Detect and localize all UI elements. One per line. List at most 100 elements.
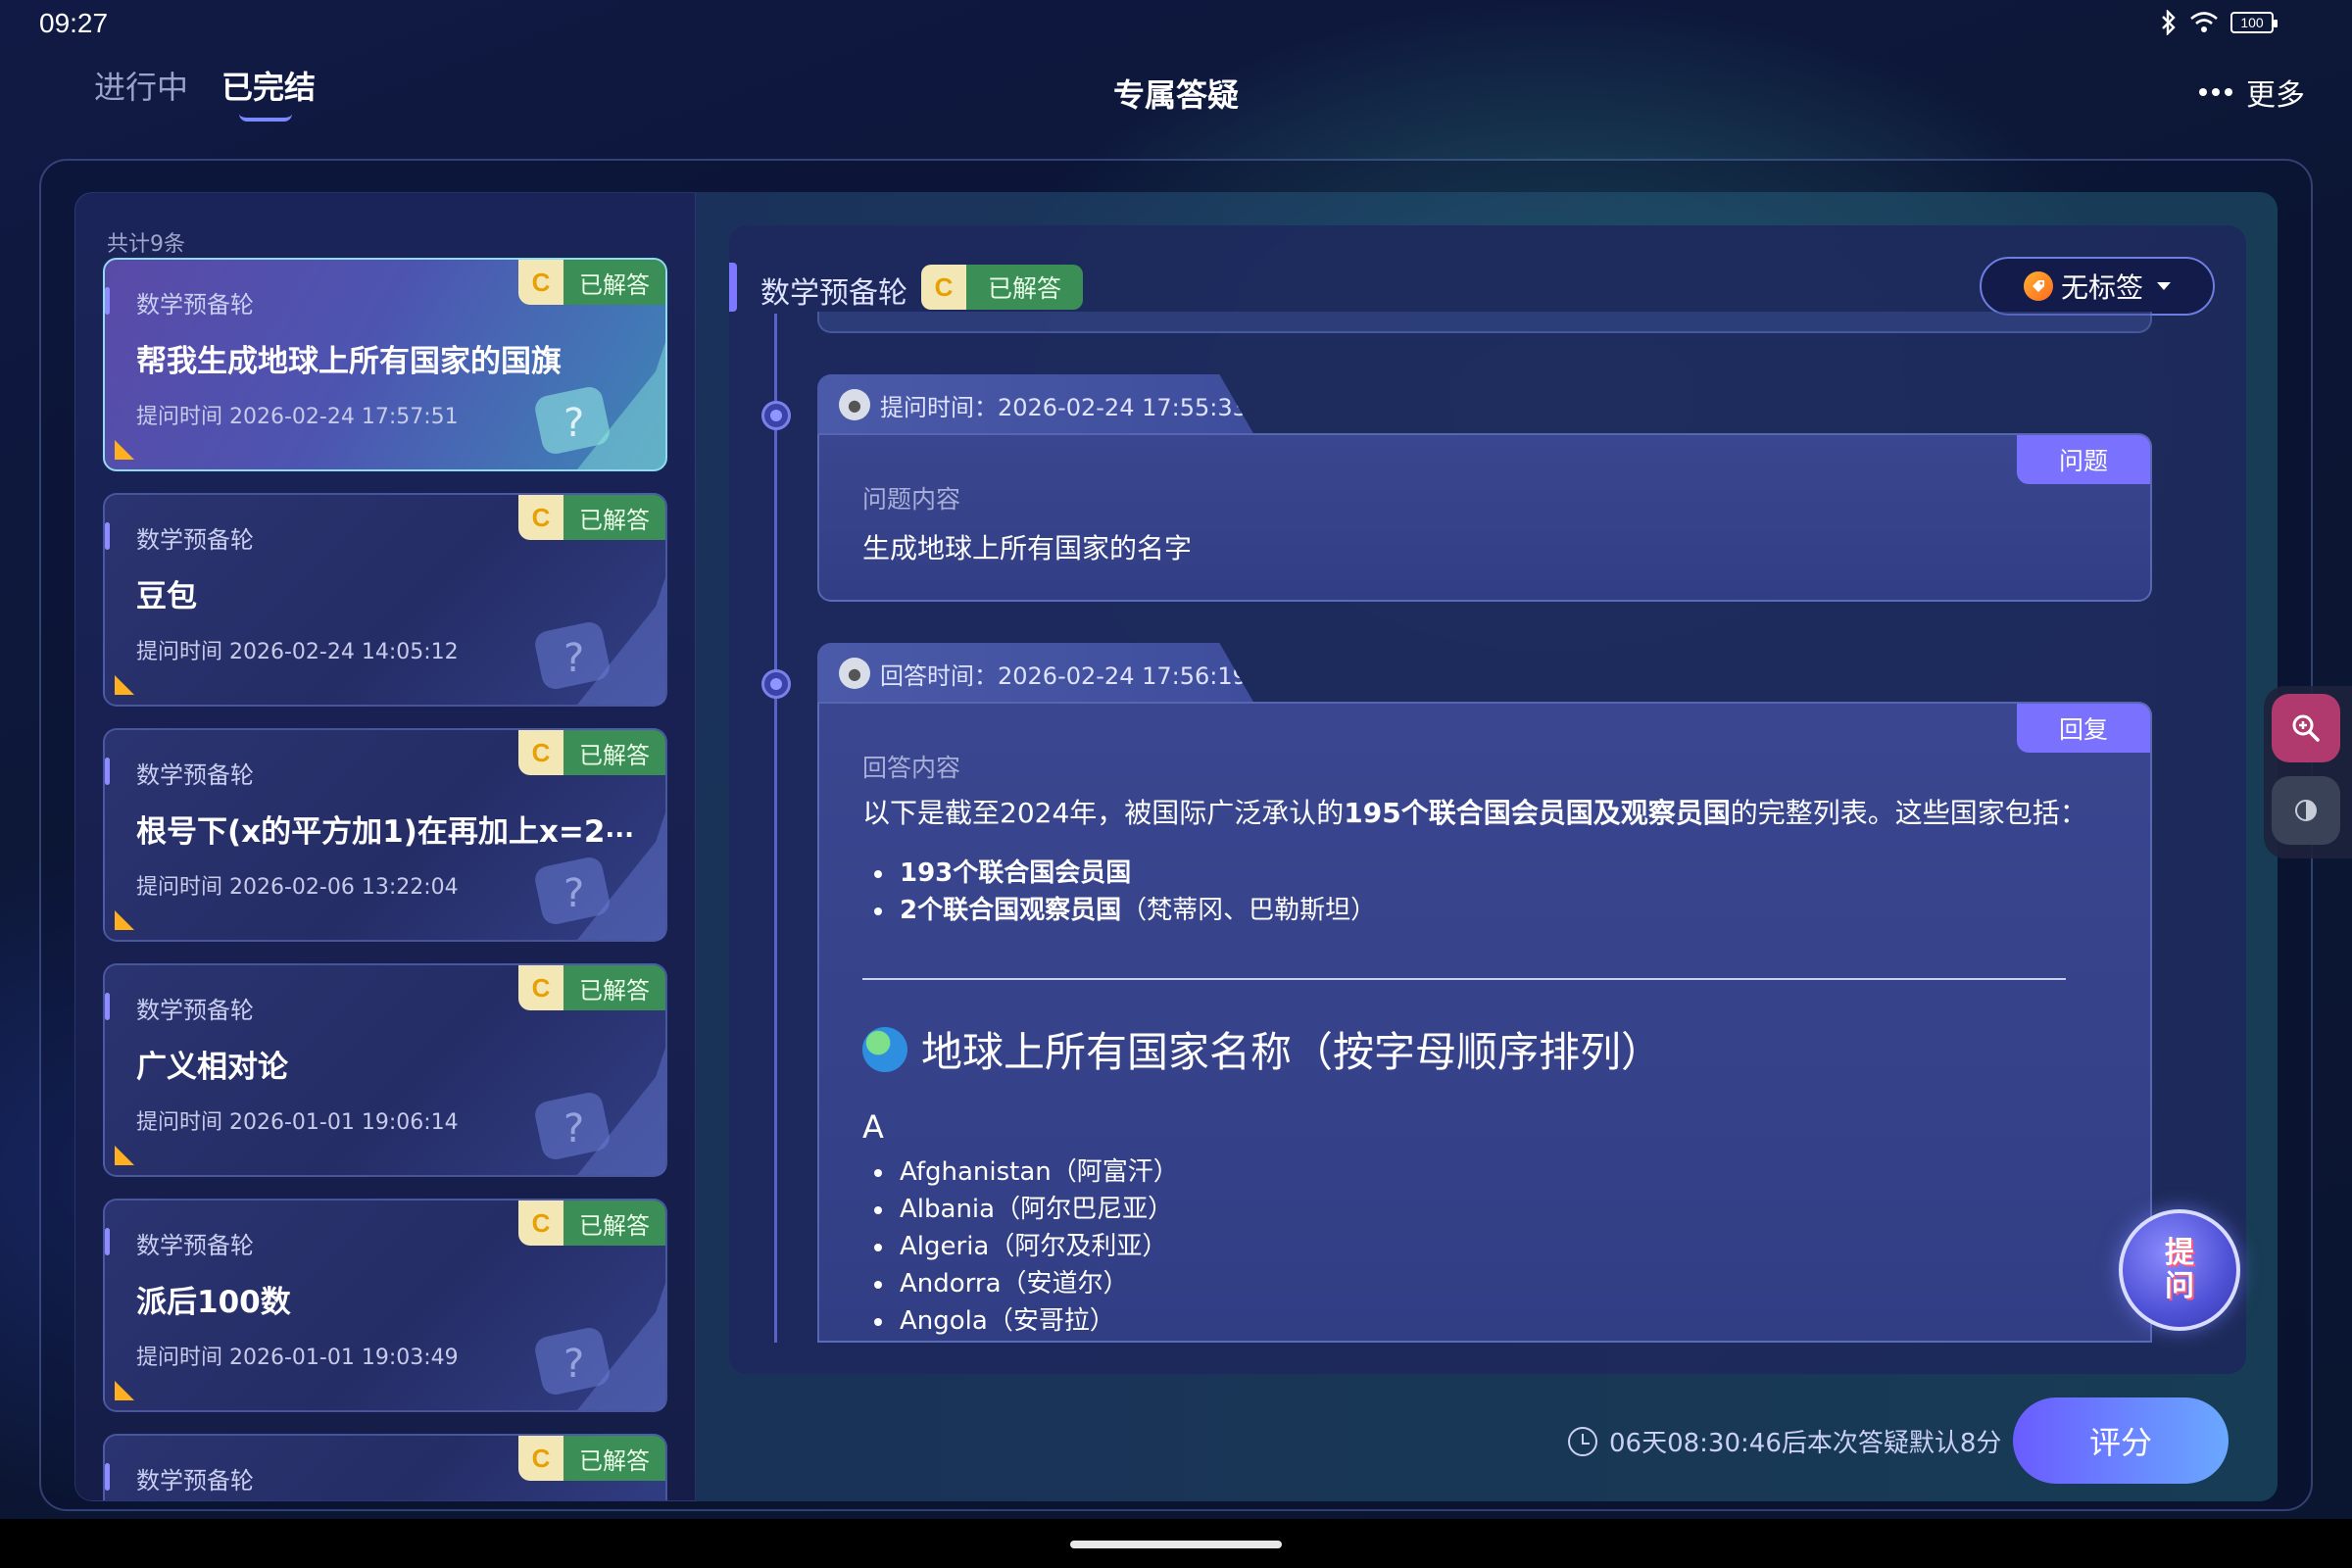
card-status-badge: C 已解答 [518,965,665,1010]
detail-course: 数学预备轮 [760,276,907,311]
timeline-line [774,314,777,1343]
question-card[interactable]: 数学预备轮 C 已解答 豆包 提问时间 2026-02-24 14:05:12 … [103,493,667,707]
card-corner-mark [115,675,134,695]
card-time: 提问时间 2026-02-06 13:22:04 [136,875,459,900]
contrast-button[interactable] [2272,776,2340,845]
card-course: 数学预备轮 [136,1467,254,1494]
detail-status: 已解答 [966,265,1084,310]
svg-text:?: ? [564,871,584,916]
list-item: Albania（阿尔巴尼亚） [862,1191,2136,1228]
card-accent-bar [105,522,110,550]
question-label: 问题 [2017,435,2150,484]
question-card[interactable]: 数学预备轮 C 已解答 [103,1434,667,1500]
card-title: 派后100数 [136,1285,291,1320]
card-status: 已解答 [564,260,665,305]
tag-icon [2023,271,2053,301]
answer-intro: 以下是截至2024年，被国际广泛承认的195个联合国会员国及观察员国的完整列表。… [862,797,2087,829]
answer-box: 回复 回答内容 以下是截至2024年，被国际广泛承认的195个联合国会员国及观察… [817,702,2152,1343]
card-corner-mark [115,1146,134,1165]
card-accent-bar [105,1228,110,1255]
status-bar: 09:27 100 [0,0,2352,49]
question-mark-decoration-icon: ? [535,1283,665,1410]
card-grade: C [518,260,564,305]
card-title: 豆包 [136,579,197,614]
card-status-badge: C 已解答 [518,1436,665,1481]
status-time: 09:27 [39,8,109,38]
countdown-text: 06天08:30:46后本次答疑默认8分 [1609,1429,2002,1458]
card-time: 提问时间 2026-01-01 19:06:14 [136,1110,459,1135]
zoom-button[interactable] [2272,694,2340,762]
card-course: 数学预备轮 [136,997,254,1024]
answer-heading-text: 地球上所有国家名称（按字母顺序排列） [921,1028,1663,1076]
tab-in-progress[interactable]: 进行中 [94,63,188,122]
question-sub-label: 问题内容 [862,485,961,514]
question-card[interactable]: 数学预备轮 C 已解答 派后100数 提问时间 2026-01-01 19:03… [103,1199,667,1412]
detail-accent-bar [729,263,737,312]
question-list: 数学预备轮 C 已解答 帮我生成地球上所有国家的国旗 提问时间 2026-02-… [103,258,667,1500]
question-time: 提问时间：2026-02-24 17:55:33 [880,393,1248,421]
card-time: 提问时间 2026-01-01 19:03:49 [136,1346,459,1370]
card-status: 已解答 [564,1200,665,1246]
page-title: 专属答疑 [1112,76,1239,114]
card-course: 数学预备轮 [136,526,254,554]
navigation-bar [0,1519,2352,1568]
card-accent-bar [105,758,110,785]
answer-body: 以下是截至2024年，被国际广泛承认的195个联合国会员国及观察员国的完整列表。… [862,794,2136,1340]
card-accent-bar [105,993,110,1020]
zoom-in-icon [2292,714,2320,742]
side-toolbar [2264,686,2352,858]
question-card[interactable]: 数学预备轮 C 已解答 根号下(x的平方加1)在再加上x=2 ... 提问时间 … [103,728,667,942]
status-icons: 100 [2160,10,2278,35]
card-grade: C [518,1200,564,1246]
question-time-tab: ● 提问时间：2026-02-24 17:55:33 [817,374,1254,435]
home-indicator[interactable] [1070,1541,1282,1548]
card-course: 数学预备轮 [136,1232,254,1259]
question-mark-decoration-icon: ? [535,1048,665,1175]
svg-text:?: ? [564,401,584,446]
card-time: 提问时间 2026-02-24 14:05:12 [136,640,459,664]
more-label: 更多 [2246,78,2305,113]
list-item: Angola（安哥拉） [862,1302,2136,1340]
svg-text:?: ? [564,1106,584,1152]
list-item: 193个联合国会员国 [862,855,2136,892]
card-grade: C [518,730,564,775]
ask-question-button[interactable]: 提问 [2119,1209,2240,1331]
rate-button[interactable]: 评分 [2013,1397,2229,1484]
clock-icon [1568,1426,1597,1456]
question-mark-decoration-icon: ? [535,577,665,705]
teacher-avatar: ● [839,658,870,689]
card-accent-bar [105,287,110,315]
card-corner-mark [115,910,134,930]
tab-completed[interactable]: 已完结 [221,63,316,122]
card-status: 已解答 [564,965,665,1010]
card-grade: C [518,495,564,540]
card-title: 广义相对论 [136,1050,288,1085]
answer-label: 回复 [2017,704,2150,753]
card-time: 提问时间 2026-02-24 17:57:51 [136,405,459,429]
card-accent-bar [105,1463,110,1491]
svg-text:?: ? [564,1342,584,1387]
card-grade: C [518,1436,564,1481]
card-corner-mark [115,1381,134,1400]
contrast-icon [2295,800,2317,821]
tab-active-indicator [239,114,293,122]
chevron-down-icon [2157,282,2171,290]
question-card[interactable]: 数学预备轮 C 已解答 帮我生成地球上所有国家的国旗 提问时间 2026-02-… [103,258,667,471]
answer-time-tab: ● 回答时间：2026-02-24 17:56:19 [817,643,1254,704]
card-status: 已解答 [564,1436,665,1481]
answer-time: 回答时间：2026-02-24 17:56:19 [880,662,1248,690]
tag-dropdown[interactable]: 无标签 [1980,257,2215,316]
card-status-badge: C 已解答 [518,260,665,305]
svg-text:?: ? [564,636,584,681]
card-status-badge: C 已解答 [518,730,665,775]
question-card[interactable]: 数学预备轮 C 已解答 广义相对论 提问时间 2026-01-01 19:06:… [103,963,667,1177]
divider [862,978,2066,980]
tag-label: 无标签 [2060,271,2143,304]
card-course: 数学预备轮 [136,761,254,789]
more-button[interactable]: 更多 [2199,71,2305,114]
answer-points: 193个联合国会员国 2个联合国观察员国（梵蒂冈、巴勒斯坦） [862,855,2136,929]
top-tabs: 进行中 已完结 [94,63,316,122]
timeline-dot [761,401,791,430]
student-avatar: ● [839,389,870,420]
card-course: 数学预备轮 [136,291,254,318]
